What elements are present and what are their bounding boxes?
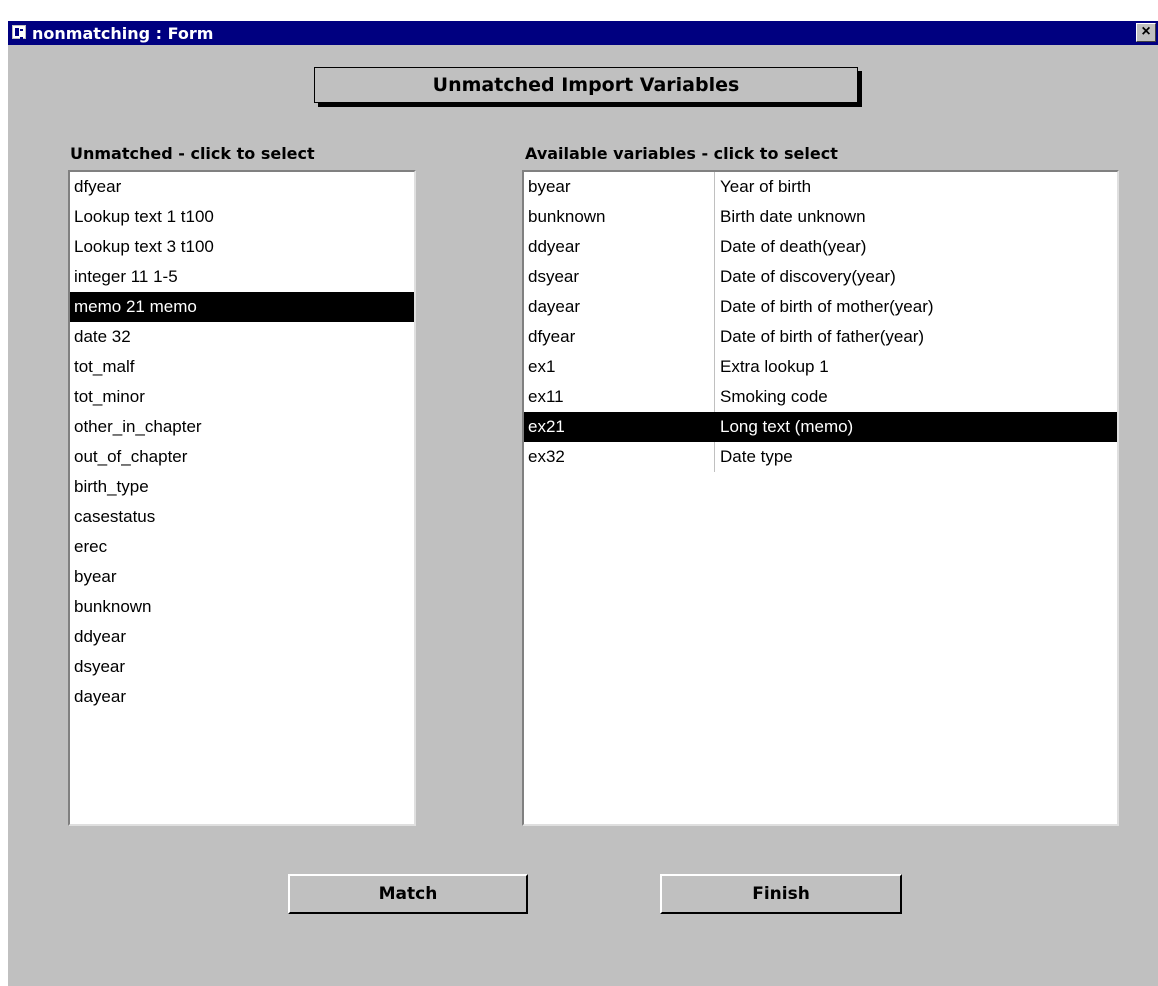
available-list-row[interactable]: ex21 Long text (memo) (524, 412, 1117, 442)
unmatched-list-item[interactable]: erec (70, 532, 414, 562)
variable-name-cell: ex32 (528, 447, 565, 466)
available-list-row[interactable]: ex1 Extra lookup 1 (524, 352, 1117, 382)
unmatched-item-text: birth_type (74, 477, 149, 496)
window-title: nonmatching : Form (32, 24, 214, 43)
unmatched-list-item[interactable]: tot_malf (70, 352, 414, 382)
unmatched-item-text: out_of_chapter (74, 447, 188, 466)
unmatched-list-item[interactable]: birth_type (70, 472, 414, 502)
unmatched-list-item[interactable]: integer 11 1-5 (70, 262, 414, 292)
unmatched-list-item[interactable]: other_in_chapter (70, 412, 414, 442)
unmatched-item-text: date 32 (74, 327, 131, 346)
unmatched-item-text: memo 21 memo (74, 297, 197, 316)
unmatched-item-text: other_in_chapter (74, 417, 202, 436)
form-window: nonmatching : Form × Unmatched Import Va… (8, 21, 1158, 986)
finish-button[interactable]: Finish (660, 874, 902, 914)
available-list-row[interactable]: ddyear Date of death(year) (524, 232, 1117, 262)
unmatched-list-item[interactable]: memo 21 memo (70, 292, 414, 322)
unmatched-item-text: dayear (74, 687, 126, 706)
variable-name-cell: dsyear (528, 267, 580, 286)
variable-name-cell: ex1 (528, 357, 556, 376)
variable-name-cell: ex21 (528, 417, 565, 436)
unmatched-list-item[interactable]: ddyear (70, 622, 414, 652)
unmatched-list-item[interactable]: out_of_chapter (70, 442, 414, 472)
unmatched-list-item[interactable]: date 32 (70, 322, 414, 352)
available-list-label: Available variables - click to select (525, 144, 838, 163)
variable-name-cell: byear (528, 177, 571, 196)
variable-description-cell: Year of birth (720, 177, 812, 196)
unmatched-list-item[interactable]: dayear (70, 682, 414, 712)
variable-name-cell: dfyear (528, 327, 576, 346)
variable-name-cell: dayear (528, 297, 580, 316)
unmatched-list-item[interactable]: Lookup text 1 t100 (70, 202, 414, 232)
unmatched-item-text: erec (74, 537, 108, 556)
close-button[interactable]: × (1136, 23, 1156, 42)
unmatched-item-text: bunknown (74, 597, 152, 616)
unmatched-list-item[interactable]: tot_minor (70, 382, 414, 412)
unmatched-item-text: casestatus (74, 507, 156, 526)
variable-description-cell: Date type (720, 447, 793, 466)
available-list-row[interactable]: dsyear Date of discovery(year) (524, 262, 1117, 292)
variable-description-cell: Date of birth of father(year) (720, 327, 925, 346)
unmatched-item-text: Lookup text 1 t100 (74, 207, 214, 226)
available-list-row[interactable]: ex11 Smoking code (524, 382, 1117, 412)
unmatched-list-item[interactable]: dsyear (70, 652, 414, 682)
variable-description-cell: Smoking code (720, 387, 828, 406)
unmatched-list-item[interactable]: byear (70, 562, 414, 592)
unmatched-list-item[interactable]: Lookup text 3 t100 (70, 232, 414, 262)
available-list-row[interactable]: dayear Date of birth of mother(year) (524, 292, 1117, 322)
unmatched-listbox[interactable]: dfyear Lookup text 1 t100 Lookup text 3 t1… (68, 170, 416, 826)
variable-name-cell: bunknown (528, 207, 606, 226)
variable-description-cell: Long text (memo) (720, 417, 854, 436)
available-list-row[interactable]: byear Year of birth (524, 172, 1117, 202)
match-button[interactable]: Match (288, 874, 528, 914)
unmatched-item-text: tot_malf (74, 357, 135, 376)
available-list-row[interactable]: bunknown Birth date unknown (524, 202, 1117, 232)
unmatched-item-text: integer 11 1-5 (74, 267, 178, 286)
title-bar[interactable]: nonmatching : Form × (8, 21, 1158, 45)
form-header-title: Unmatched Import Variables (314, 67, 858, 103)
variable-description-cell: Extra lookup 1 (720, 357, 829, 376)
unmatched-list-item[interactable]: bunknown (70, 592, 414, 622)
available-list-row[interactable]: dfyear Date of birth of father(year) (524, 322, 1117, 352)
unmatched-item-text: byear (74, 567, 117, 586)
unmatched-list-item[interactable]: casestatus (70, 502, 414, 532)
form-icon (12, 25, 26, 39)
variable-description-cell: Date of death(year) (720, 237, 867, 256)
unmatched-item-text: dsyear (74, 657, 126, 676)
unmatched-list-item[interactable]: dfyear (70, 172, 414, 202)
unmatched-item-text: tot_minor (74, 387, 145, 406)
unmatched-item-text: Lookup text 3 t100 (74, 237, 214, 256)
available-list-row[interactable]: ex32 Date type (524, 442, 1117, 472)
available-listbox[interactable]: byear Year of birth bunknown Birth date unk… (522, 170, 1119, 826)
unmatched-item-text: ddyear (74, 627, 126, 646)
variable-name-cell: ddyear (528, 237, 580, 256)
variable-description-cell: Birth date unknown (720, 207, 866, 226)
variable-description-cell: Date of birth of mother(year) (720, 297, 934, 316)
unmatched-item-text: dfyear (74, 177, 122, 196)
unmatched-list-label: Unmatched - click to select (70, 144, 315, 163)
variable-name-cell: ex11 (528, 387, 564, 406)
variable-description-cell: Date of discovery(year) (720, 267, 896, 286)
